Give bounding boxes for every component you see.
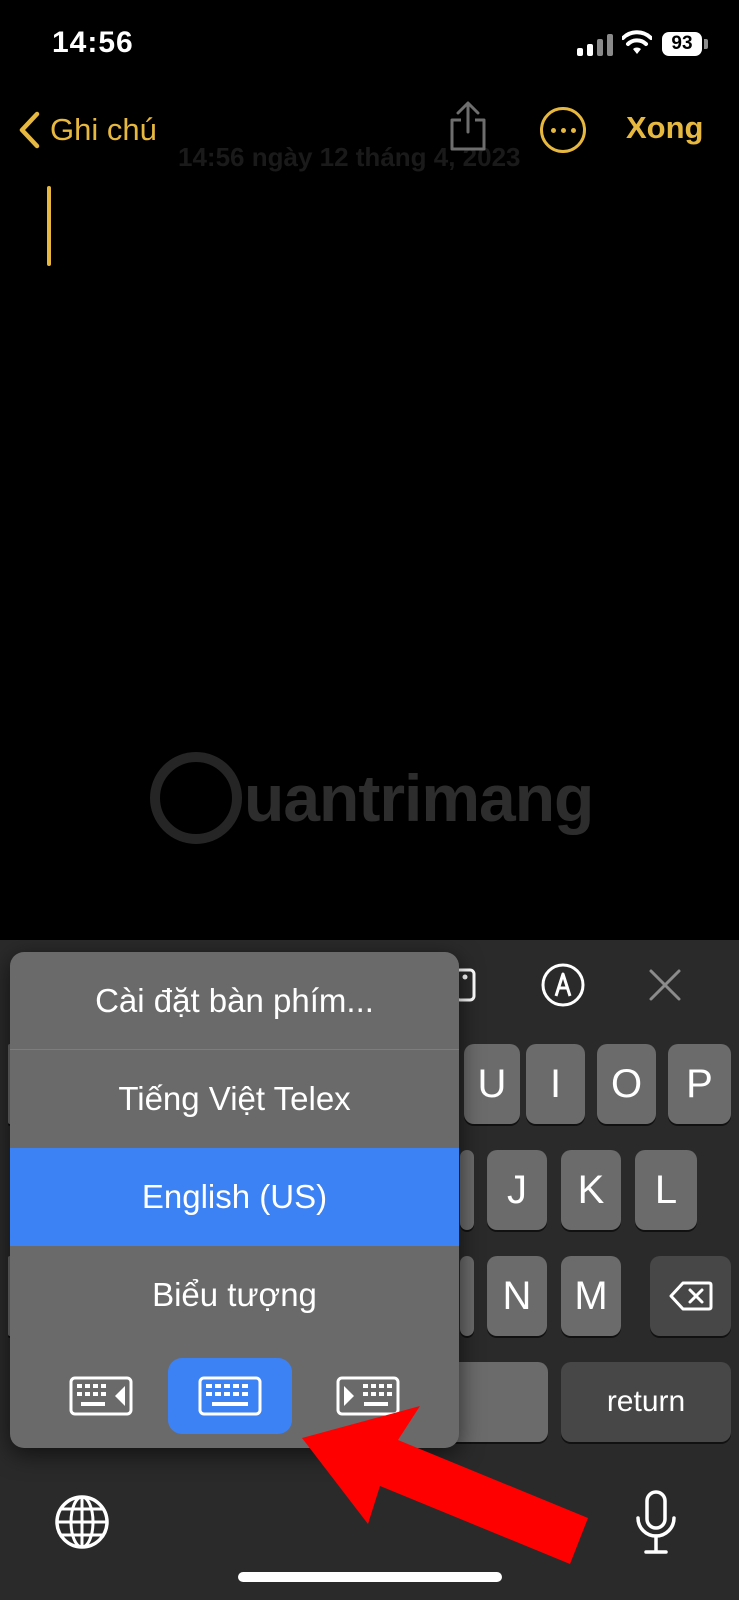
- menu-item-english-us[interactable]: English (US): [10, 1148, 459, 1246]
- keyboard-left-button[interactable]: [39, 1358, 163, 1434]
- menu-item-emoji-symbols[interactable]: Biểu tượng: [10, 1246, 459, 1344]
- text-cursor: [47, 186, 51, 266]
- close-icon[interactable]: [648, 968, 682, 1002]
- back-button[interactable]: Ghi chú: [18, 108, 157, 152]
- back-label: Ghi chú: [50, 112, 157, 147]
- key-n[interactable]: N: [487, 1256, 547, 1336]
- cellular-signal-icon: [577, 34, 615, 56]
- more-dot-icon: [570, 127, 576, 133]
- menu-item-keyboard-settings[interactable]: Cài đặt bàn phím...: [10, 952, 459, 1050]
- more-dot-icon: [560, 127, 566, 133]
- delete-key[interactable]: [650, 1256, 731, 1336]
- more-dot-icon: [550, 127, 556, 133]
- key-i[interactable]: I: [526, 1044, 585, 1124]
- menu-item-vietnamese-telex[interactable]: Tiếng Việt Telex: [10, 1050, 459, 1148]
- status-bar: 14:56 93: [0, 0, 739, 90]
- annotation-arrow-icon: [302, 1406, 588, 1564]
- key-o[interactable]: O: [597, 1044, 656, 1124]
- key-h-partial[interactable]: [460, 1150, 474, 1230]
- more-options-button[interactable]: [540, 107, 586, 153]
- key-p[interactable]: P: [668, 1044, 731, 1124]
- keyboard-language-menu: Cài đặt bàn phím... Tiếng Việt Telex Eng…: [10, 952, 459, 1448]
- globe-icon[interactable]: [54, 1494, 110, 1550]
- battery-level: 93: [662, 32, 702, 56]
- keyboard-full-icon: [198, 1376, 262, 1416]
- watermark-text: uantrimang: [244, 761, 594, 835]
- status-time: 14:56: [52, 26, 134, 59]
- key-l[interactable]: L: [635, 1150, 697, 1230]
- backspace-icon: [669, 1281, 712, 1311]
- key-k[interactable]: K: [561, 1150, 621, 1230]
- done-button[interactable]: Xong: [626, 110, 704, 146]
- lightbulb-logo-icon: [150, 752, 242, 844]
- key-u[interactable]: U: [464, 1044, 520, 1124]
- chevron-left-icon: [19, 111, 40, 149]
- share-icon[interactable]: [448, 100, 488, 152]
- microphone-icon[interactable]: [634, 1490, 678, 1556]
- watermark: uantrimang: [150, 752, 600, 852]
- keyboard-left-icon: [69, 1376, 133, 1416]
- battery-tip: [704, 39, 708, 49]
- keyboard-full-button[interactable]: [168, 1358, 292, 1434]
- key-m[interactable]: M: [561, 1256, 621, 1336]
- key-j[interactable]: J: [487, 1150, 547, 1230]
- key-b-partial[interactable]: [460, 1256, 474, 1336]
- markup-pen-icon[interactable]: [540, 962, 586, 1008]
- wifi-icon: [622, 30, 652, 54]
